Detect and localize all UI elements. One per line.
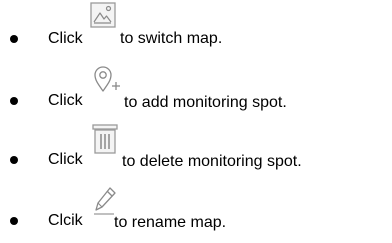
item-tail-text: to delete monitoring spot. <box>122 153 302 170</box>
bullet <box>10 156 18 164</box>
item-lead-text: Clcik <box>48 212 83 229</box>
item-tail-text: to rename map. <box>114 214 227 231</box>
trash-icon <box>92 124 118 154</box>
bullet <box>10 97 18 105</box>
add-location-pin-icon <box>92 64 122 94</box>
list-item: Clcik to rename map. <box>0 0 392 231</box>
bullet <box>10 217 18 225</box>
item-lead-text: Click <box>48 92 83 109</box>
item-lead-text: Click <box>48 151 83 168</box>
item-tail-text: to add monitoring spot. <box>124 94 287 111</box>
pencil-edit-icon <box>92 186 118 216</box>
